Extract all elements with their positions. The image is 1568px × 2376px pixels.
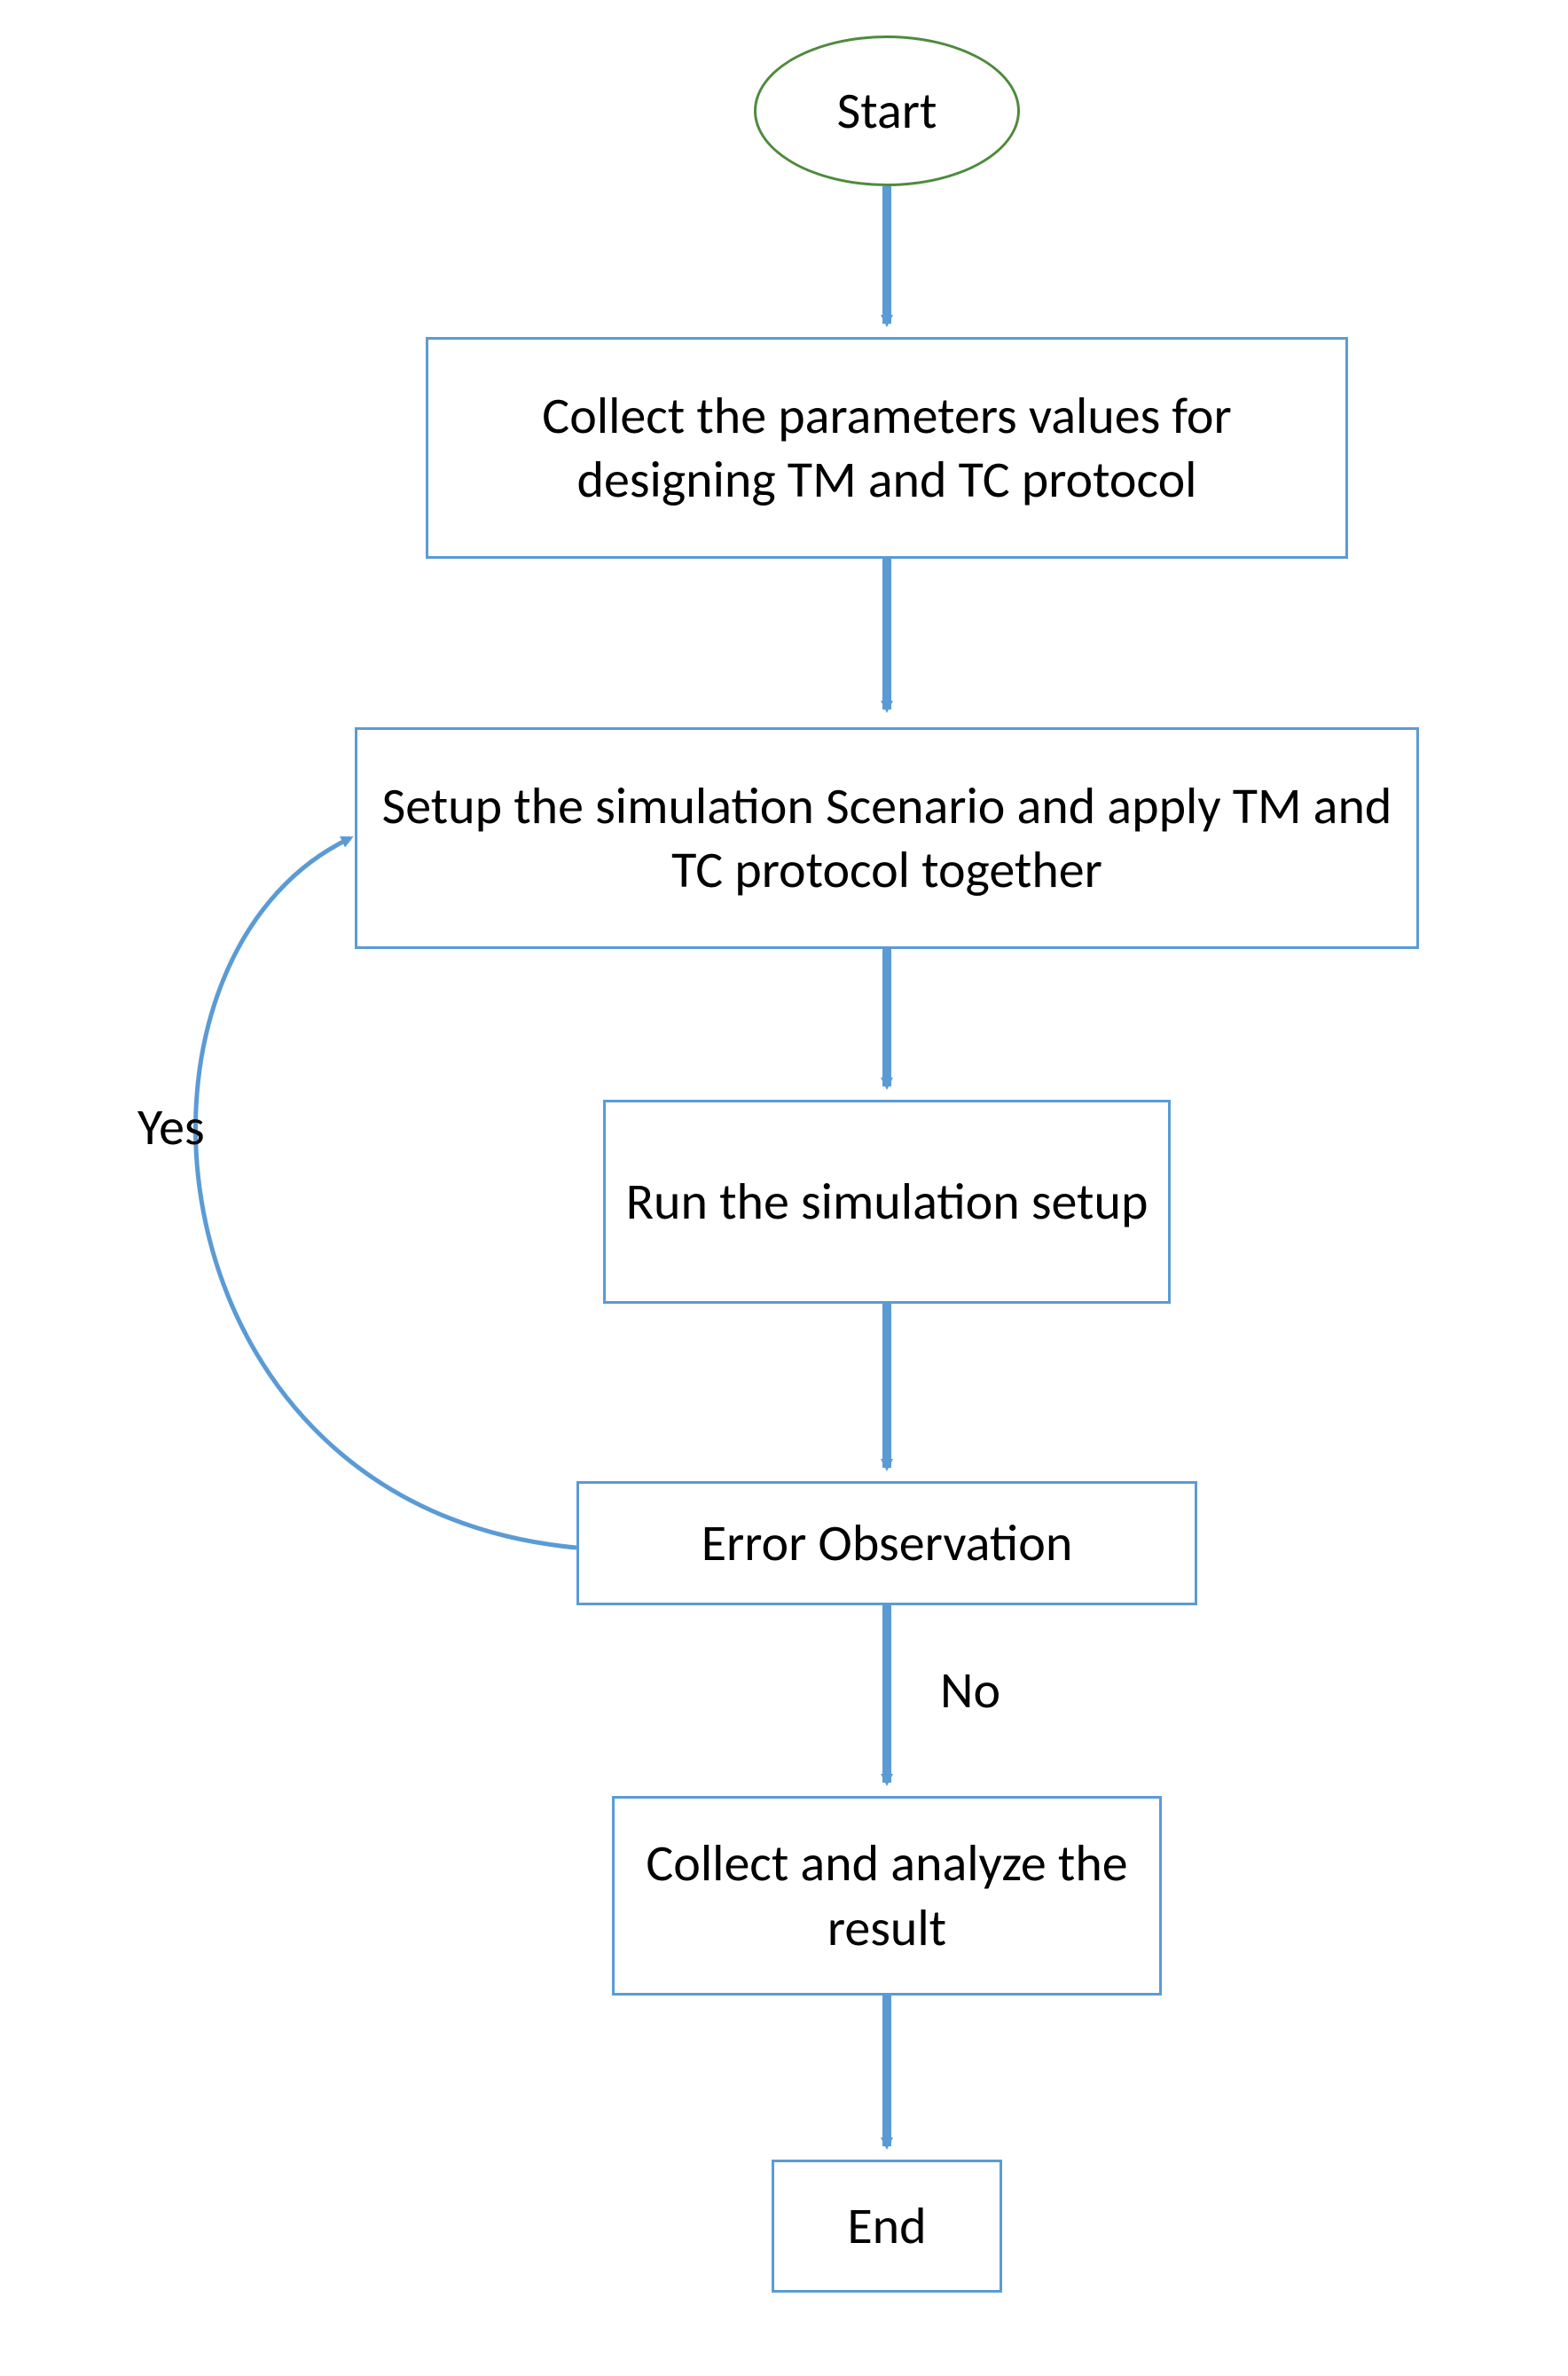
error-observation-node: Error Observation	[576, 1481, 1197, 1605]
collect-analyze-text: Collect and analyze the result	[632, 1831, 1141, 1960]
setup-scenario-node: Setup the simulation Scenario and apply …	[355, 727, 1419, 949]
run-simulation-text: Run the simulation setup	[626, 1170, 1149, 1235]
collect-analyze-node: Collect and analyze the result	[612, 1796, 1162, 1996]
start-text: Start	[837, 79, 937, 144]
run-simulation-node: Run the simulation setup	[603, 1100, 1171, 1304]
flowchart-canvas: Start Collect the parameters values for …	[0, 0, 1568, 2376]
setup-scenario-text: Setup the simulation Scenario and apply …	[375, 774, 1399, 903]
end-text: End	[847, 2194, 926, 2259]
end-node: End	[772, 2160, 1002, 2293]
no-label: No	[940, 1658, 1000, 1721]
start-node: Start	[754, 35, 1020, 186]
error-observation-text: Error Observation	[702, 1511, 1073, 1576]
yes-label: Yes	[137, 1095, 205, 1158]
collect-params-node: Collect the parameters values for design…	[426, 337, 1348, 559]
collect-params-text: Collect the parameters values for design…	[446, 384, 1328, 513]
